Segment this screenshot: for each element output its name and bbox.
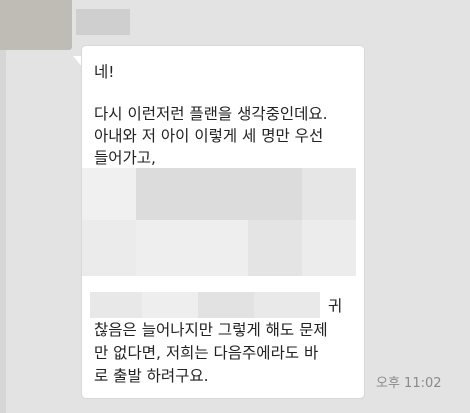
- sender-avatar-redacted[interactable]: [0, 0, 72, 50]
- message-line: 만 없다면, 저희는 다음주에라도 바: [94, 344, 319, 362]
- message-line: 다시 이런저런 플랜을 생각중인데요.: [94, 105, 328, 123]
- message-line: 귀: [328, 297, 343, 315]
- message-line: 네!: [94, 63, 115, 81]
- window-left-edge: [0, 0, 6, 413]
- message-line: 아내와 저 아이 이렇게 세 명만 우선: [94, 127, 324, 145]
- message-line: 들어가고,: [94, 149, 156, 167]
- message-timestamp: 오후 11:02: [376, 376, 442, 391]
- message-line: 찮음은 늘어나지만 그렇게 해도 문제: [94, 321, 328, 339]
- message-line: 로 출발 하려구요.: [94, 367, 209, 385]
- sender-name-redacted: [76, 9, 130, 35]
